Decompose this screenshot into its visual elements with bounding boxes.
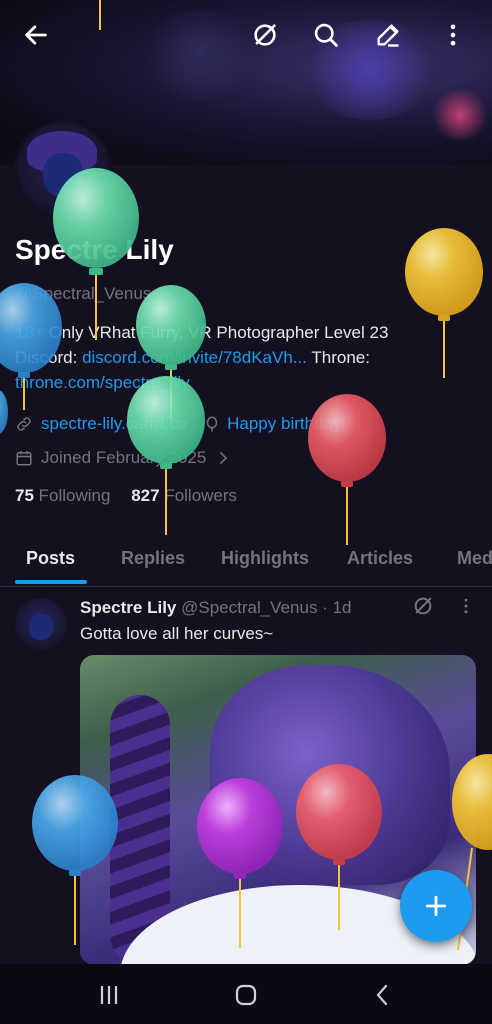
post-avatar[interactable] xyxy=(15,598,67,650)
profile-meta-links: spectre-lily.carrd.co Happy birthday! xyxy=(15,414,346,434)
chevron-right-icon xyxy=(220,452,228,464)
bio-discord-link[interactable]: discord.com/invite/78dKaVh... xyxy=(82,348,307,367)
grok-icon xyxy=(254,24,276,46)
search-button[interactable] xyxy=(306,15,346,55)
compose-button[interactable] xyxy=(400,870,472,942)
bio-throne-link[interactable]: throne.com/spectre_lily xyxy=(15,373,190,392)
profile-joined-row[interactable]: Joined February 2025 xyxy=(15,448,232,468)
more-vertical-icon xyxy=(450,24,456,46)
post-author[interactable]: Spectre Lily xyxy=(80,598,176,617)
profile-handle: @Spectral_Venus xyxy=(15,284,152,303)
search-icon xyxy=(314,23,338,47)
post-more-button[interactable] xyxy=(448,588,484,624)
following-label: Following xyxy=(38,486,111,505)
home-icon xyxy=(235,984,257,1006)
followers-label: Followers xyxy=(164,486,238,505)
calendar-icon xyxy=(16,451,32,466)
more-vertical-icon xyxy=(464,598,468,614)
more-button[interactable] xyxy=(433,15,473,55)
joined-date: Joined February 2025 xyxy=(41,448,207,467)
tab-posts[interactable]: Posts xyxy=(26,548,75,569)
profile-bio: 18+ Only VRhat Furry, VR Photographer Le… xyxy=(15,320,485,395)
plus-icon xyxy=(425,895,447,917)
grok-button[interactable] xyxy=(245,15,285,55)
tab-highlights[interactable]: Highlights xyxy=(221,548,309,569)
edit-icon xyxy=(377,24,399,47)
birthday-link[interactable]: Happy birthday! xyxy=(227,414,346,434)
post-header: Spectre Lily @Spectral_Venus · 1d xyxy=(80,598,351,618)
tab-articles[interactable]: Articles xyxy=(347,548,413,569)
bio-hashtag[interactable]: 18+ xyxy=(15,323,44,342)
following-link[interactable]: 75 Following xyxy=(15,486,110,505)
profile-tabs: Posts Replies Highlights Articles Med xyxy=(0,536,492,587)
balloon-icon xyxy=(206,416,218,432)
home-button[interactable] xyxy=(221,978,271,1012)
tab-media[interactable]: Med xyxy=(457,548,492,569)
website-link[interactable]: spectre-lily.carrd.co xyxy=(41,414,187,434)
arrow-left-icon xyxy=(25,25,47,45)
profile-name: Spectre Lily xyxy=(15,234,174,265)
post-text: Gotta love all her curves~ xyxy=(80,624,274,643)
bio-discord-label: Discord: xyxy=(15,348,83,367)
link-icon xyxy=(17,417,31,431)
post-grok-button[interactable] xyxy=(405,588,441,624)
grok-icon xyxy=(414,597,432,615)
top-bar xyxy=(0,0,492,70)
chevron-left-icon xyxy=(376,984,388,1006)
profile-avatar[interactable] xyxy=(14,120,112,218)
back-button[interactable] xyxy=(16,15,56,55)
bio-throne-label: Throne: xyxy=(306,348,370,367)
system-nav-bar xyxy=(0,964,492,1024)
bio-text: Only VRhat Furry, VR Photographer Level … xyxy=(43,323,389,342)
edit-button[interactable] xyxy=(368,15,408,55)
recent-apps-button[interactable] xyxy=(84,978,134,1012)
followers-count: 827 xyxy=(131,486,160,505)
tab-replies[interactable]: Replies xyxy=(121,548,185,569)
recent-apps-icon xyxy=(100,986,118,1004)
system-back-button[interactable] xyxy=(358,978,408,1012)
post-handle-time: @Spectral_Venus · 1d xyxy=(181,598,352,617)
tab-indicator xyxy=(15,580,87,584)
following-count: 75 xyxy=(15,486,34,505)
followers-link[interactable]: 827 Followers xyxy=(131,486,237,505)
follow-counts: 75 Following 827 Followers xyxy=(15,486,237,506)
